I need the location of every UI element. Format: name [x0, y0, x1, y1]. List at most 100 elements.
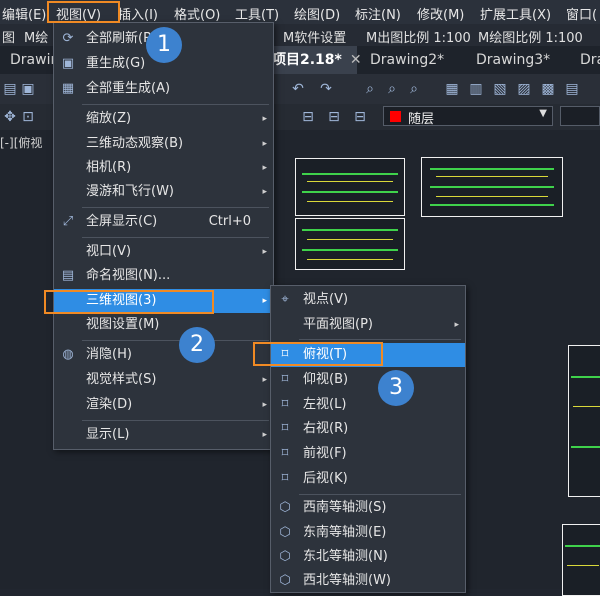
chevron-right-icon: ▸ — [262, 163, 267, 173]
menu-dimension[interactable]: 标注(N) — [355, 4, 401, 23]
menu-item-named-views[interactable]: ▤ 命名视图(N)... — [54, 264, 273, 288]
refresh-icon: ⟳ — [62, 31, 74, 46]
strip-item[interactable]: M绘 — [24, 27, 48, 46]
menu-item-hide[interactable]: ◍ 消隐(H) — [54, 343, 273, 367]
save-icon[interactable]: ▣ — [20, 81, 36, 97]
menu-format[interactable]: 格式(O) — [174, 4, 220, 23]
undo-icon[interactable]: ↶ — [290, 81, 306, 97]
menu-item-walk-fly[interactable]: 漫游和飞行(W) ▸ — [54, 180, 273, 204]
back-view-icon: ⌑ — [281, 471, 289, 486]
drawing-sheet — [421, 157, 563, 217]
viewpoint-icon: ⌖ — [281, 292, 289, 307]
calculator-icon[interactable]: ▤ — [564, 81, 580, 97]
tab-project[interactable]: 项目2.18* ✕ — [262, 46, 362, 74]
menu-tools[interactable]: 工具(T) — [235, 4, 279, 23]
chevron-right-icon: ▸ — [262, 247, 267, 257]
viewport-label[interactable]: [-][俯视 — [0, 134, 42, 151]
zoom-realtime-icon[interactable]: ⌕ — [384, 81, 400, 97]
menu-edit[interactable]: 编辑(E) — [2, 4, 46, 23]
menu-item-bottom-view[interactable]: ⌑ 仰视(B) — [271, 368, 465, 392]
tool-palette-icon[interactable]: ▧ — [492, 81, 508, 97]
chevron-right-icon: ▸ — [262, 296, 267, 306]
markup-icon[interactable]: ▩ — [540, 81, 556, 97]
menu-item-left-view[interactable]: ⌑ 左视(L) — [271, 393, 465, 417]
drawing-sheet — [568, 345, 600, 497]
linetype-select[interactable] — [560, 106, 600, 126]
tab-drawing3[interactable]: Drawing3* — [466, 46, 560, 74]
color-select[interactable]: 随层 ▼ — [383, 106, 553, 127]
regen-icon: ▣ — [61, 56, 75, 71]
menu-item-viewpoint[interactable]: ⌖ 视点(V) — [271, 288, 465, 312]
print-scale[interactable]: M出图比例 1:100 — [366, 27, 471, 46]
view-menu: ⟳ 全部刷新(R) ▣ 重生成(G) ▦ 全部重生成(A) 缩放(Z) ▸ 三维… — [53, 22, 274, 450]
tab-label: 项目2.18* — [272, 52, 342, 68]
step-badge-1: 1 — [146, 27, 182, 63]
zoom-previous-icon[interactable]: ⌕ — [406, 81, 422, 97]
menu-item-camera[interactable]: 相机(R) ▸ — [54, 156, 273, 180]
menu-item-back-view[interactable]: ⌑ 后视(K) — [271, 467, 465, 491]
menu-extend-tools[interactable]: 扩展工具(X) — [480, 4, 551, 23]
sw-iso-icon: ⬡ — [279, 500, 291, 515]
menu-item-3d-orbit[interactable]: 三维动态观察(B) ▸ — [54, 132, 273, 156]
drawing-sheet — [295, 218, 405, 270]
chevron-right-icon: ▸ — [262, 114, 267, 124]
layer-props-icon[interactable]: ✥ — [2, 109, 18, 125]
menu-item-view-settings[interactable]: 视图设置(M) — [54, 313, 273, 337]
step-badge-3: 3 — [378, 370, 414, 406]
drawing-sheet — [562, 524, 600, 596]
tab-drawing2[interactable]: Drawing2* — [360, 46, 454, 74]
highlight-box-top-view — [253, 342, 383, 366]
se-iso-icon: ⬡ — [279, 525, 291, 540]
right-view-icon: ⌑ — [281, 421, 289, 436]
menu-insert[interactable]: 插入(I) — [118, 4, 158, 23]
menu-item-nw-isometric[interactable]: ⬡ 西北等轴测(W) — [271, 569, 465, 593]
menu-item-display[interactable]: 显示(L) ▸ — [54, 423, 273, 447]
menu-item-fullscreen[interactable]: ⤢ 全屏显示(C) Ctrl+0 — [54, 210, 273, 234]
strip-item[interactable]: 图 — [2, 27, 15, 46]
shortcut-label: Ctrl+0 — [208, 214, 251, 229]
chevron-right-icon: ▸ — [262, 400, 267, 410]
properties-icon[interactable]: ▦ — [444, 81, 460, 97]
chevron-down-icon: ▼ — [539, 108, 547, 119]
left-view-icon: ⌑ — [281, 397, 289, 412]
hide-icon: ◍ — [62, 347, 74, 362]
menu-item-zoom[interactable]: 缩放(Z) ▸ — [54, 107, 273, 131]
chevron-right-icon: ▸ — [262, 187, 267, 197]
front-view-icon: ⌑ — [281, 446, 289, 461]
menu-item-ne-isometric[interactable]: ⬡ 东北等轴测(N) — [271, 545, 465, 569]
drawing-sheet — [295, 158, 405, 216]
menu-draw[interactable]: 绘图(D) — [294, 4, 340, 23]
layer-state-icon[interactable]: ⊟ — [300, 109, 316, 125]
fullscreen-icon: ⤢ — [62, 214, 74, 229]
software-settings[interactable]: M软件设置 — [283, 27, 346, 46]
menu-modify[interactable]: 修改(M) — [417, 4, 464, 23]
chevron-right-icon: ▸ — [454, 320, 459, 330]
redo-icon[interactable]: ↷ — [318, 81, 334, 97]
menu-item-sw-isometric[interactable]: ⬡ 西南等轴测(S) — [271, 496, 465, 520]
menu-item-regen-all[interactable]: ▦ 全部重生成(A) — [54, 77, 273, 101]
named-view-icon: ▤ — [61, 268, 75, 283]
menu-item-visual-styles[interactable]: 视觉样式(S) ▸ — [54, 368, 273, 392]
draw-scale[interactable]: M绘图比例 1:100 — [478, 27, 583, 46]
menu-item-right-view[interactable]: ⌑ 右视(R) — [271, 417, 465, 441]
menu-item-render[interactable]: 渲染(D) ▸ — [54, 393, 273, 417]
menu-item-viewports[interactable]: 视口(V) ▸ — [54, 240, 273, 264]
sheet-set-icon[interactable]: ▨ — [516, 81, 532, 97]
design-center-icon[interactable]: ▥ — [468, 81, 484, 97]
menu-window[interactable]: 窗口( — [566, 4, 597, 23]
menu-item-front-view[interactable]: ⌑ 前视(F) — [271, 442, 465, 466]
tab-drawing4[interactable]: Dra — [570, 46, 600, 74]
regen-all-icon: ▦ — [61, 81, 75, 96]
zoom-icon[interactable]: ⌕ — [362, 81, 378, 97]
layer-match-icon[interactable]: ⊟ — [326, 109, 342, 125]
nw-iso-icon: ⬡ — [279, 573, 291, 588]
step-badge-2: 2 — [179, 327, 215, 363]
menu-item-plan-view[interactable]: 平面视图(P) ▸ — [271, 313, 465, 337]
chevron-right-icon: ▸ — [262, 139, 267, 149]
color-swatch — [390, 111, 401, 122]
ne-iso-icon: ⬡ — [279, 549, 291, 564]
layer-prev-icon[interactable]: ⊟ — [352, 109, 368, 125]
open-icon[interactable]: ▤ — [2, 81, 18, 97]
layer-lock-icon[interactable]: ⊡ — [20, 109, 36, 125]
menu-item-se-isometric[interactable]: ⬡ 东南等轴测(E) — [271, 521, 465, 545]
